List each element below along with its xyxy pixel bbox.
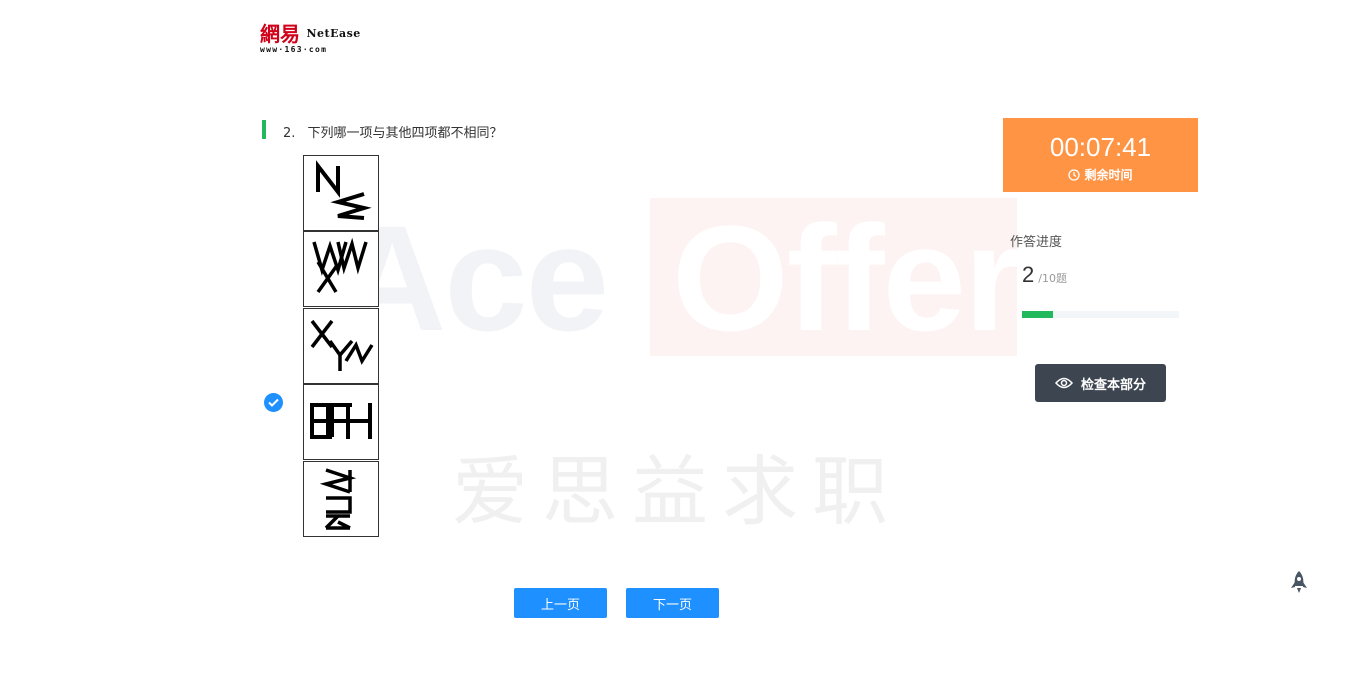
clock-icon	[1068, 168, 1081, 181]
watermark: Ace Offer 爱思益求职	[0, 0, 1349, 682]
watermark-offer-bg	[650, 198, 1017, 356]
progress-title: 作答进度	[1010, 235, 1063, 250]
timer-label-row: 剩余时间	[1003, 166, 1198, 183]
question-number: 2.	[283, 126, 296, 141]
option-2-figure	[312, 237, 368, 294]
option-2[interactable]	[303, 231, 379, 307]
option-4[interactable]	[303, 384, 379, 460]
netease-logo: 網易 NetEase www·163·com	[260, 24, 361, 54]
watermark-offer: Offer	[672, 194, 1022, 362]
timer-label: 剩余时间	[1084, 168, 1133, 182]
review-section-button[interactable]: 检查本部分	[1035, 364, 1166, 402]
timer-value: 00:07:41	[1049, 132, 1152, 162]
next-page-button[interactable]: 下一页	[626, 588, 719, 618]
progress-total: /10题	[1038, 272, 1067, 285]
logo-cn: 網易	[260, 22, 300, 46]
progress-fill	[1022, 311, 1054, 318]
option-1-figure	[316, 160, 372, 220]
question-title: 2. 下列哪一项与其他四项都不相同？	[283, 122, 503, 141]
option-5-figure	[319, 468, 357, 530]
watermark-cn: 爱思益求职	[452, 447, 902, 536]
countdown-timer: 00:07:41 剩余时间	[1003, 118, 1198, 192]
progress-bar	[1022, 311, 1179, 318]
option-1[interactable]	[303, 155, 379, 231]
progress-count: 2/10题	[1022, 262, 1067, 288]
rocket-icon[interactable]	[1289, 570, 1309, 594]
option-4-figure	[310, 403, 372, 439]
selected-check-icon	[264, 393, 283, 412]
question-text: 下列哪一项与其他四项都不相同？	[307, 126, 503, 141]
option-3-figure	[310, 319, 374, 371]
question-accent-bar	[262, 120, 266, 139]
option-3[interactable]	[303, 308, 379, 384]
logo-url: www·163·com	[260, 45, 328, 54]
option-5[interactable]	[303, 461, 379, 537]
eye-icon	[1054, 377, 1073, 389]
prev-page-button[interactable]: 上一页	[514, 588, 607, 618]
review-button-label: 检查本部分	[1080, 377, 1146, 393]
logo-en: NetEase	[306, 27, 361, 40]
progress-current: 2	[1022, 262, 1035, 287]
